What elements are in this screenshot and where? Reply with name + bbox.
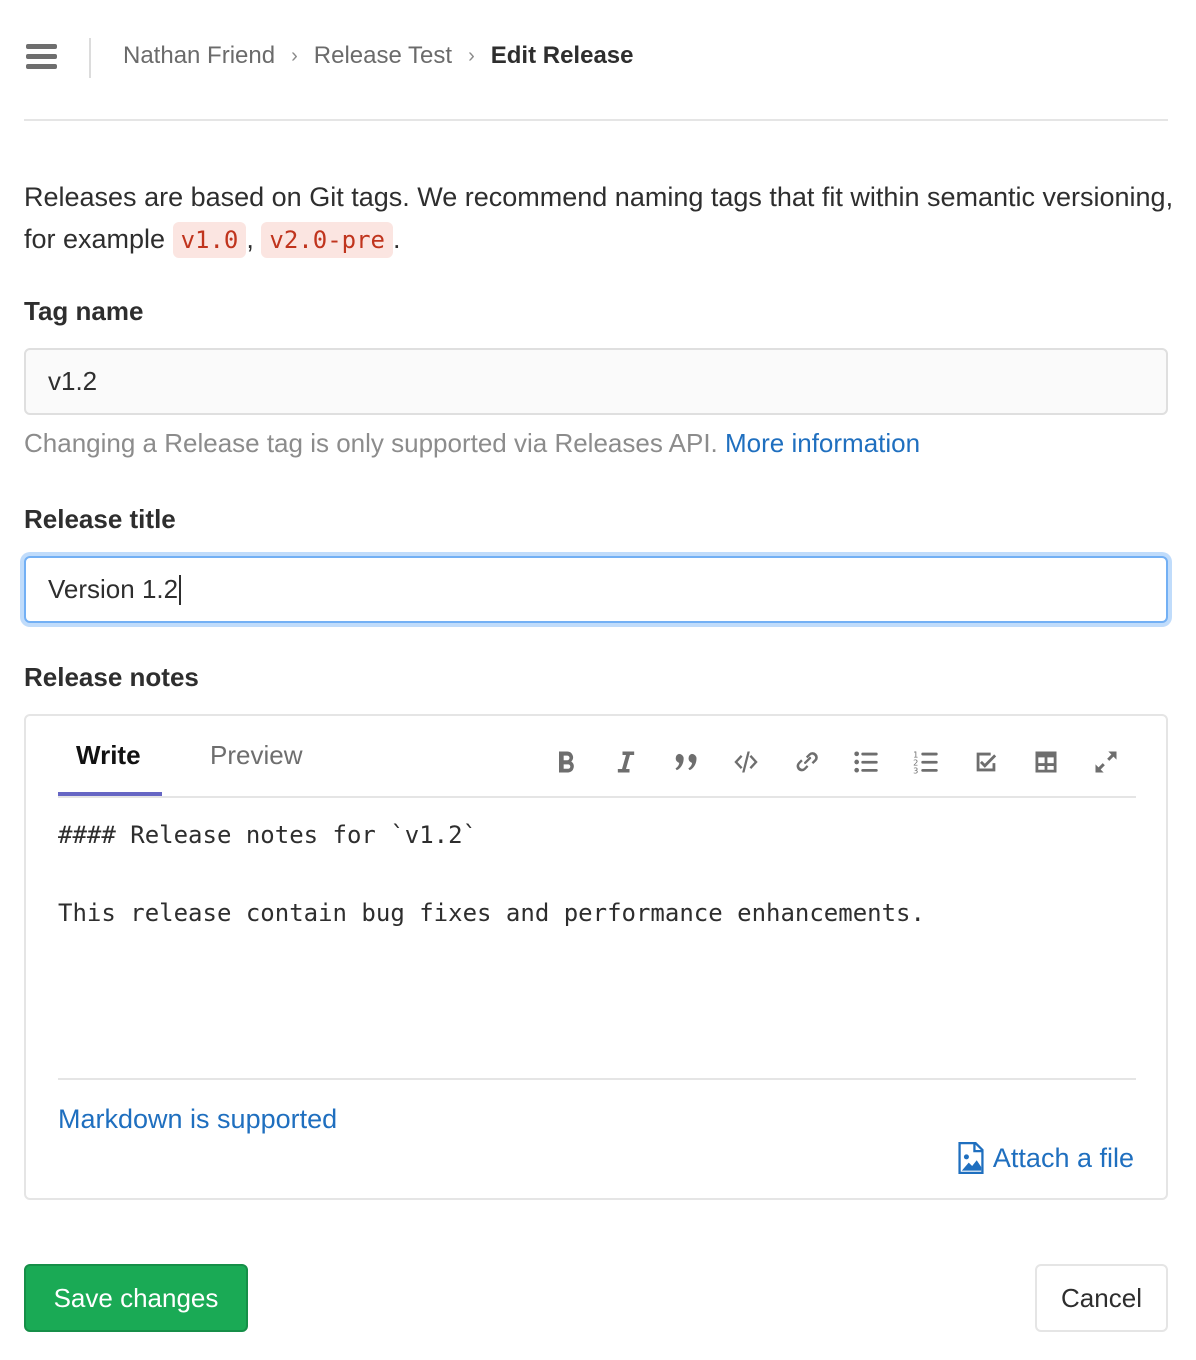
tag-name-label: Tag name [24, 296, 144, 326]
link-icon[interactable] [776, 742, 836, 782]
markdown-supported-link[interactable]: Markdown is supported [58, 1104, 337, 1135]
tab-preview[interactable]: Preview [210, 740, 302, 771]
cancel-button[interactable]: Cancel [1035, 1264, 1168, 1332]
tab-write[interactable]: Write [76, 740, 141, 771]
intro-comma: , [246, 224, 262, 254]
markdown-editor: Write Preview 123 #### Release notes for… [24, 714, 1168, 1200]
chevron-right-icon: › [291, 44, 298, 67]
active-tab-indicator [58, 792, 162, 796]
quote-icon[interactable] [656, 742, 716, 782]
editor-tabs: Write Preview 123 [58, 716, 1136, 798]
tag-name-input[interactable]: v1.2 [24, 348, 1168, 415]
bold-icon[interactable] [536, 742, 596, 782]
breadcrumb: Nathan Friend › Release Test › Edit Rele… [123, 42, 633, 70]
tag-help-text: Changing a Release tag is only supported… [24, 428, 920, 459]
top-bar: Nathan Friend › Release Test › Edit Rele… [24, 0, 1168, 121]
text-caret [179, 574, 182, 605]
tag-help-message: Changing a Release tag is only supported… [24, 428, 718, 458]
fullscreen-icon[interactable] [1076, 742, 1136, 782]
example-tag-code: v1.0 [172, 222, 247, 258]
image-file-icon [958, 1142, 984, 1174]
breadcrumb-item-user[interactable]: Nathan Friend [123, 42, 275, 70]
attach-file-label: Attach a file [992, 1142, 1134, 1173]
bullet-list-icon[interactable] [836, 742, 896, 782]
code-icon[interactable] [716, 742, 776, 782]
tag-name-value: v1.2 [48, 366, 98, 396]
numbered-list-icon[interactable]: 123 [896, 742, 956, 782]
task-list-icon[interactable] [956, 742, 1016, 782]
release-notes-label: Release notes [24, 662, 199, 692]
attach-file-button[interactable]: Attach a file [957, 1142, 1134, 1174]
chevron-right-icon: › [468, 44, 475, 67]
intro-text: Releases are based on Git tags. We recom… [24, 176, 1174, 261]
intro-period: . [392, 224, 401, 254]
divider [89, 38, 91, 78]
divider [58, 1078, 1136, 1080]
table-icon[interactable] [1016, 742, 1076, 782]
save-changes-button[interactable]: Save changes [24, 1264, 248, 1332]
markdown-toolbar: 123 [536, 742, 1136, 782]
breadcrumb-current: Edit Release [490, 42, 634, 69]
release-title-input[interactable]: Version 1.2 [24, 556, 1168, 623]
example-tag-code: v2.0-pre [261, 222, 393, 258]
more-information-link[interactable]: More information [725, 428, 920, 458]
hamburger-menu-icon[interactable] [26, 44, 58, 72]
release-title-value: Version 1.2 [48, 574, 179, 604]
svg-text:3: 3 [913, 766, 918, 776]
italic-icon[interactable] [596, 742, 656, 782]
release-notes-textarea[interactable]: #### Release notes for `v1.2` This relea… [58, 816, 1136, 1078]
breadcrumb-item-project[interactable]: Release Test [314, 42, 452, 70]
release-title-label: Release title [24, 504, 176, 534]
